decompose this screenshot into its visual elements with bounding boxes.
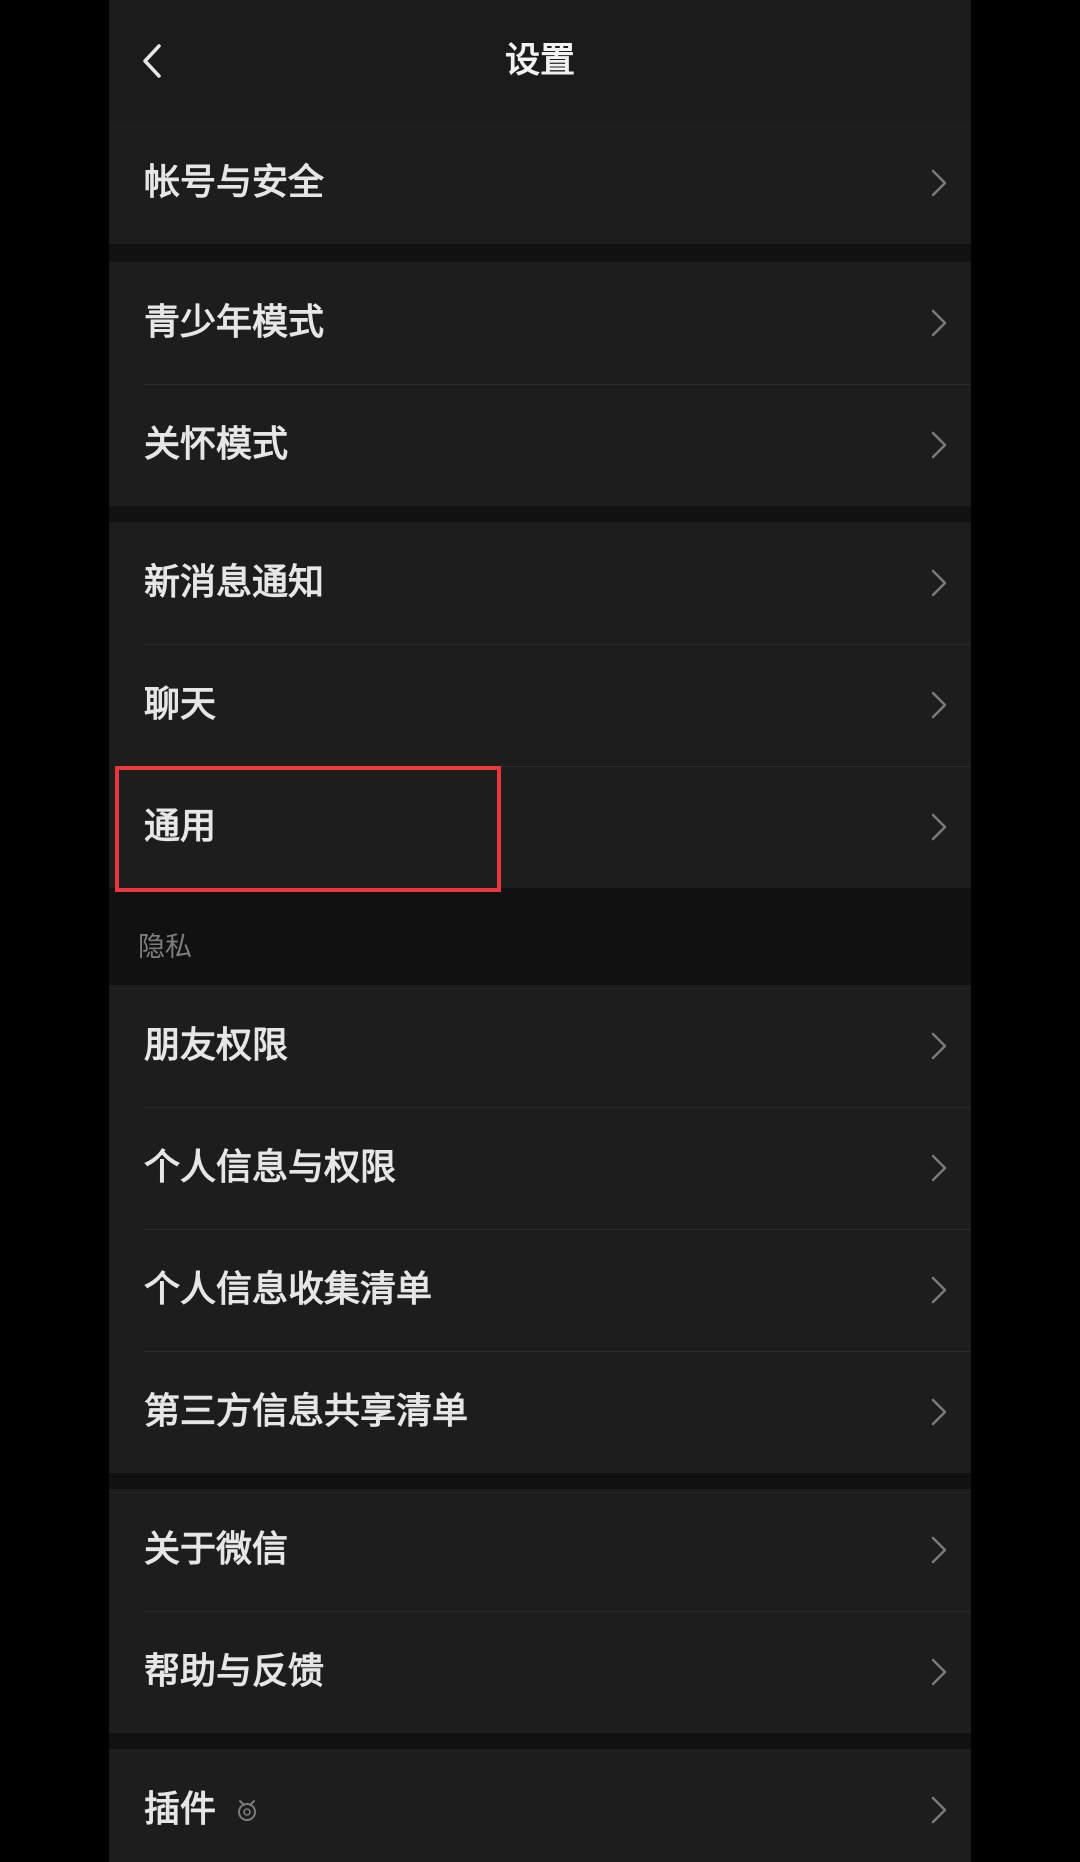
chevron-right-icon [931, 431, 947, 459]
page-title: 设置 [504, 41, 575, 81]
navigation-bar: 设置 [109, 0, 971, 122]
settings-item-about-wechat[interactable]: 关于微信 [109, 1489, 971, 1611]
settings-item-personal-info-collection-list[interactable]: 个人信息收集清单 [109, 1229, 971, 1351]
settings-item-care-mode[interactable]: 关怀模式 [109, 384, 971, 506]
chevron-right-icon [931, 691, 947, 719]
settings-item-general[interactable]: 通用 [109, 766, 971, 888]
section-header-privacy: 隐私 [138, 932, 192, 963]
settings-screen: 设置 帐号与安全 青少年模式 关怀模式 新消息通知 聊天 通用 隐私 朋友权限 … [109, 0, 971, 1862]
settings-item-label: 新消息通知 [144, 562, 325, 603]
settings-item-teen-mode[interactable]: 青少年模式 [109, 262, 971, 384]
settings-item-label: 关怀模式 [144, 424, 289, 465]
chevron-right-icon [931, 169, 947, 197]
settings-item-label: 朋友权限 [144, 1025, 289, 1066]
settings-item-friend-permissions[interactable]: 朋友权限 [109, 985, 971, 1107]
chevron-right-icon [931, 1032, 947, 1060]
settings-item-personal-info-permissions[interactable]: 个人信息与权限 [109, 1107, 971, 1229]
settings-item-third-party-sharing-list[interactable]: 第三方信息共享清单 [109, 1351, 971, 1473]
settings-item-help-feedback[interactable]: 帮助与反馈 [109, 1611, 971, 1733]
settings-item-label: 通用 [144, 806, 217, 847]
settings-item-label: 帮助与反馈 [144, 1651, 325, 1692]
chevron-right-icon [931, 1536, 947, 1564]
settings-item-account-security[interactable]: 帐号与安全 [109, 122, 971, 244]
settings-item-label: 关于微信 [144, 1529, 289, 1570]
settings-item-label: 第三方信息共享清单 [144, 1391, 469, 1432]
row-divider [144, 644, 971, 645]
settings-item-plugins[interactable]: 插件 [109, 1749, 971, 1862]
row-divider [144, 766, 971, 767]
settings-item-label: 青少年模式 [144, 302, 325, 343]
settings-item-label: 聊天 [144, 684, 217, 725]
settings-item-label: 个人信息收集清单 [144, 1269, 433, 1310]
settings-item-label: 插件 [144, 1789, 217, 1830]
chevron-right-icon [931, 1276, 947, 1304]
settings-item-label: 个人信息与权限 [144, 1147, 397, 1188]
settings-item-chat[interactable]: 聊天 [109, 644, 971, 766]
chevron-right-icon [931, 309, 947, 337]
plugin-icon [238, 1800, 256, 1821]
settings-item-new-message-notification[interactable]: 新消息通知 [109, 522, 971, 644]
chevron-right-icon [931, 1796, 947, 1824]
chevron-right-icon [931, 569, 947, 597]
chevron-right-icon [931, 1658, 947, 1686]
chevron-right-icon [931, 813, 947, 841]
chevron-right-icon [931, 1154, 947, 1182]
settings-item-label: 帐号与安全 [144, 162, 325, 203]
chevron-right-icon [931, 1398, 947, 1426]
